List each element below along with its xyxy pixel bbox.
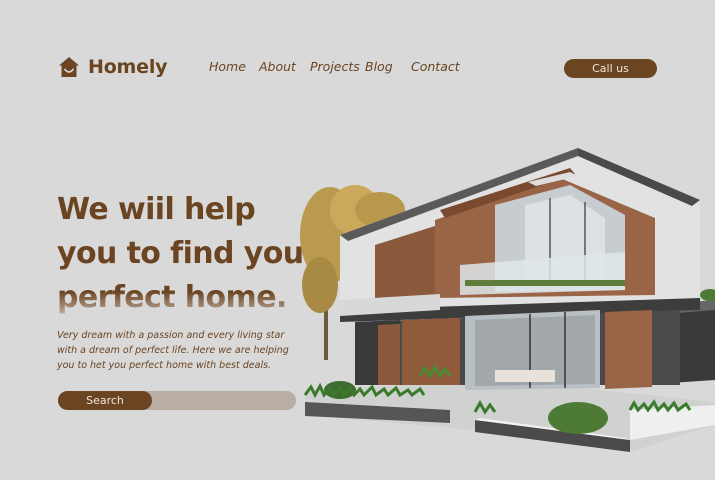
nav-item-contact[interactable]: Contact — [411, 59, 460, 74]
headline-line-2: you to find your — [57, 236, 318, 271]
headline-line-3: perfect home. — [57, 276, 317, 320]
headline-line-1: We wiil help — [57, 192, 256, 227]
nav-item-about[interactable]: About — [259, 59, 296, 74]
search-button[interactable]: Search — [58, 391, 152, 410]
nav-item-home[interactable]: Home — [209, 59, 246, 74]
nav-item-blog[interactable]: Blog — [365, 59, 393, 74]
call-us-button[interactable]: Call us — [564, 59, 657, 78]
hero-headline: We wiil help you to find your perfect ho… — [57, 188, 318, 320]
house-illustration — [300, 148, 715, 452]
nav-item-projects[interactable]: Projects — [310, 59, 360, 74]
hero-description: Very dream with a passion and every livi… — [57, 330, 289, 371]
